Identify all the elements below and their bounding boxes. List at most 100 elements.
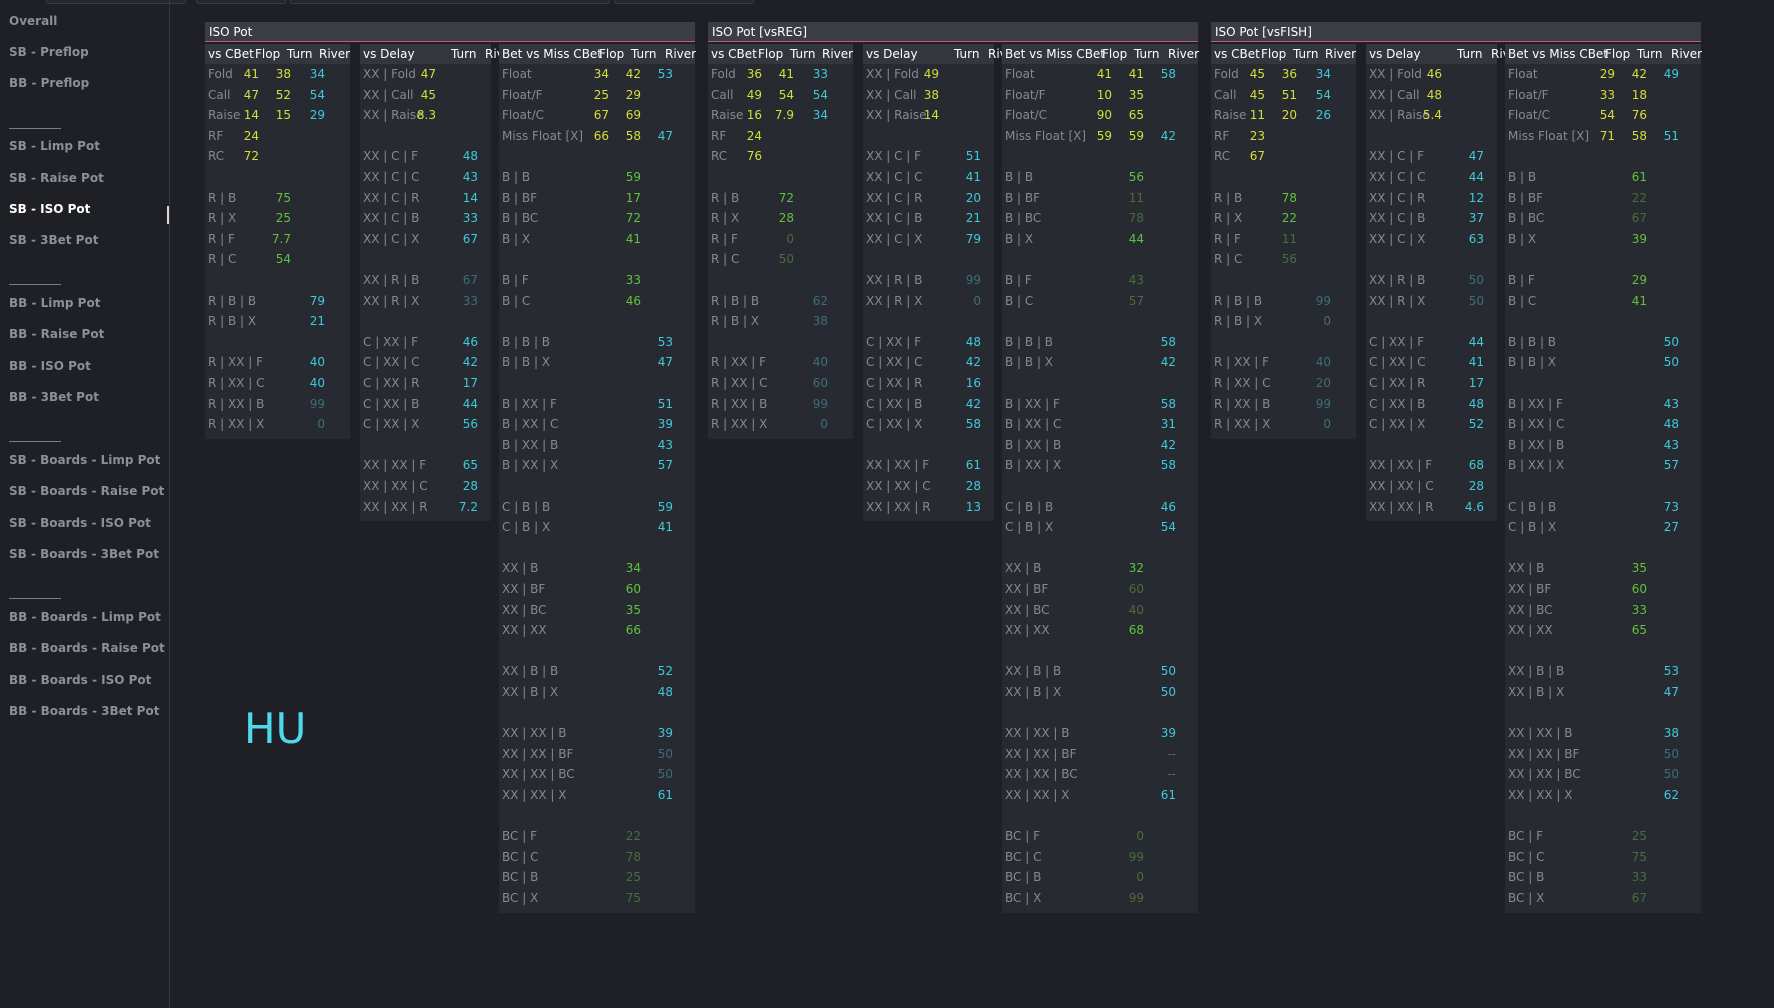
sidebar-item-bb-3bet-pot[interactable]: BB - 3Bet Pot (9, 390, 99, 404)
row-label: XX | BF (1508, 582, 1552, 596)
top-tab-3[interactable] (290, 0, 610, 4)
stat-value: 54 (1599, 108, 1615, 123)
column-header: Flop (758, 47, 784, 61)
sidebar-item-overall[interactable]: Overall (9, 14, 57, 28)
row-label: XX | BF (1005, 582, 1049, 596)
group-title: ISO Pot [vsREG] (708, 22, 1198, 42)
stat-value: 58 (625, 128, 641, 143)
sidebar-item-sb-boards-raise-pot[interactable]: SB - Boards - Raise Pot (9, 484, 164, 498)
top-tab-4[interactable] (614, 0, 754, 4)
stat-value: 4.6 (1464, 499, 1484, 514)
stat-value: 25 (593, 87, 609, 102)
stat-value: 34 (1315, 67, 1331, 81)
stat-value: 57 (1663, 458, 1679, 473)
row-label: B | C (502, 293, 531, 308)
row-label: C | XX | R (866, 376, 923, 390)
column-header: Turn (1293, 47, 1319, 61)
row-label: XX | XX | C (866, 479, 931, 493)
stat-value: 28 (1468, 479, 1484, 493)
stat-value: 38 (275, 67, 291, 81)
table-delay: vs DelayTurnRiverXX | Fold47XX | Call45X… (360, 44, 516, 522)
row-label: XX | C | R (363, 190, 420, 205)
stat-value: 12 (1468, 190, 1484, 205)
stat-value: 57 (1128, 293, 1144, 308)
sidebar-item-sb-limp-pot[interactable]: SB - Limp Pot (9, 139, 100, 153)
stat-value: 20 (965, 190, 981, 205)
stat-value: 0 (1323, 314, 1331, 329)
sidebar-item-bb-boards-limp-pot[interactable]: BB - Boards - Limp Pot (9, 610, 161, 624)
sidebar-item-bb-preflop[interactable]: BB - Preflop (9, 76, 89, 90)
row-label: Float/C (1508, 108, 1551, 123)
stat-value: 99 (1128, 891, 1144, 905)
row-label: XX | R | X (866, 293, 923, 308)
stat-value: 35 (1631, 561, 1647, 576)
sidebar-item-sb-boards-iso-pot[interactable]: SB - Boards - ISO Pot (9, 516, 151, 530)
row-label: B | C (1005, 293, 1034, 308)
stat-value: 40 (309, 355, 325, 370)
column-header: vs CBet (1214, 47, 1260, 61)
stat-value: 42 (965, 355, 981, 370)
row-label: B | B | X (1508, 355, 1557, 370)
stat-value: 0 (1323, 417, 1331, 432)
stat-value: 61 (965, 458, 981, 473)
row-label: XX | XX (502, 623, 547, 638)
table-delay: vs DelayTurnRiverXX | Fold49XX | Call38X… (863, 44, 1019, 522)
row-label: B | B | B (502, 334, 551, 349)
stat-value: 39 (657, 417, 673, 432)
row-label: BC | X (502, 891, 539, 905)
row-label: R | B | B (1214, 293, 1263, 308)
sidebar-item-bb-raise-pot[interactable]: BB - Raise Pot (9, 327, 104, 341)
row-label: Float/F (1508, 87, 1549, 102)
row-label: XX | BF (502, 582, 546, 596)
sidebar-item-sb-boards-limp-pot[interactable]: SB - Boards - Limp Pot (9, 453, 160, 467)
row-label: Miss Float [X] (502, 128, 584, 143)
sidebar-item-bb-limp-pot[interactable]: BB - Limp Pot (9, 296, 100, 310)
row-label: BC | C (1508, 849, 1545, 864)
stat-value: 48 (965, 334, 981, 349)
stat-value: 78 (625, 849, 641, 864)
sidebar-item-sb-preflop[interactable]: SB - Preflop (9, 45, 89, 59)
stat-value: 7.7 (271, 231, 291, 246)
column-header: Turn (1457, 47, 1483, 61)
top-tab-2[interactable] (196, 0, 286, 4)
stat-value: 43 (657, 437, 673, 452)
sidebar-separator (9, 441, 61, 442)
sidebar-item-bb-boards-iso-pot[interactable]: BB - Boards - ISO Pot (9, 673, 151, 687)
row-label: XX | XX | BC (502, 767, 575, 782)
stat-value: 67 (1631, 211, 1647, 226)
sidebar-item-sb-boards-3bet-pot[interactable]: SB - Boards - 3Bet Pot (9, 547, 159, 561)
row-label: XX | BC (1005, 602, 1050, 617)
row-label: XX | C | B (363, 211, 420, 226)
row-label: C | XX | C (1369, 355, 1426, 370)
stat-value: 99 (1128, 849, 1144, 864)
stat-value: 75 (275, 190, 291, 205)
column-header: Flop (1605, 47, 1631, 61)
row-label: XX | C | X (363, 231, 420, 246)
stat-value: 21 (965, 211, 981, 226)
stat-value: 34 (812, 108, 828, 123)
stat-value: 29 (1599, 67, 1615, 81)
row-label: C | XX | B (363, 396, 420, 411)
sidebar-item-sb-iso-pot[interactable]: SB - ISO Pot (9, 202, 90, 216)
sidebar-item-bb-iso-pot[interactable]: BB - ISO Pot (9, 359, 91, 373)
stat-value: 41 (1468, 355, 1484, 370)
row-label: XX | C | X (1369, 231, 1426, 246)
row-label: R | XX | X (711, 417, 768, 432)
stat-value: 28 (778, 211, 794, 226)
column-header: vs CBet (208, 47, 254, 61)
column-header: Flop (1261, 47, 1287, 61)
row-label: XX | XX | R (1369, 499, 1434, 514)
row-label: XX | BC (1508, 602, 1553, 617)
stat-value: 50 (1663, 355, 1679, 370)
stat-value: 23 (1249, 128, 1265, 143)
sidebar-item-bb-boards-raise-pot[interactable]: BB - Boards - Raise Pot (9, 641, 165, 655)
stat-value: 67 (593, 108, 609, 123)
stat-value: 24 (746, 128, 762, 143)
stat-value: 43 (462, 170, 478, 184)
sidebar-item-bb-boards-3bet-pot[interactable]: BB - Boards - 3Bet Pot (9, 704, 159, 718)
stat-value: 41 (243, 67, 259, 81)
sidebar-item-sb-raise-pot[interactable]: SB - Raise Pot (9, 171, 104, 185)
sidebar-item-sb-3bet-pot[interactable]: SB - 3Bet Pot (9, 233, 98, 247)
row-label: R | XX | C (711, 376, 768, 390)
row-label: XX | XX | R (363, 499, 428, 514)
